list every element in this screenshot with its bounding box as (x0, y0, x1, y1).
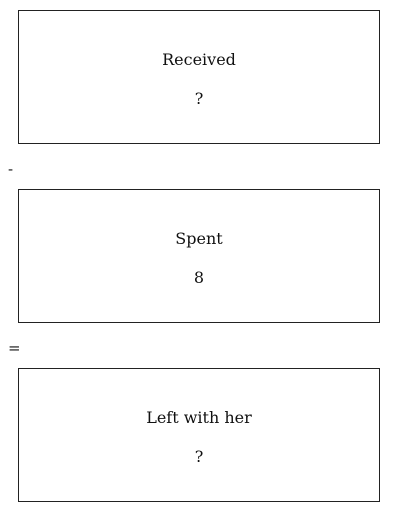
received-label: Received (162, 50, 236, 69)
left-with-her-value: ? (194, 447, 204, 466)
received-value: ? (194, 89, 204, 108)
left-with-her-box: Left with her ? (18, 368, 380, 502)
equals-operator: = (8, 339, 21, 357)
spent-label: Spent (175, 229, 223, 248)
spent-box: Spent 8 (18, 189, 380, 323)
minus-operator: - (8, 160, 14, 178)
left-with-her-label: Left with her (146, 408, 252, 427)
received-box: Received ? (18, 10, 380, 144)
spent-value: 8 (193, 268, 205, 287)
